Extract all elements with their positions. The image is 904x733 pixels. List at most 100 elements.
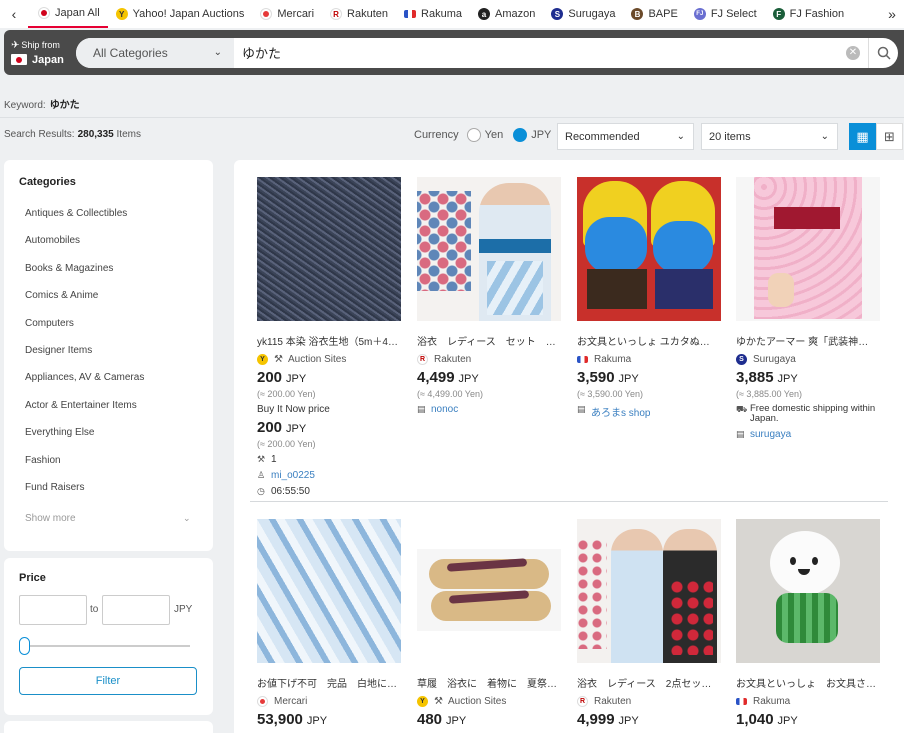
product-image[interactable]	[577, 177, 721, 321]
shop-link[interactable]: nonoc	[431, 404, 458, 415]
price-value: 4,499	[417, 369, 455, 386]
tab-label: FJ Fashion	[789, 8, 845, 20]
currency-jpy-radio[interactable]	[513, 128, 528, 142]
price-min-input[interactable]	[19, 595, 87, 625]
product-card[interactable]: 浴衣 レディース セット … R Rakuten 4,499 JPY (≈ 4,4…	[417, 177, 562, 415]
sort-select[interactable]: Recommended ⌄	[557, 123, 694, 150]
yahoo-auctions-icon: Y	[417, 696, 428, 707]
product-title[interactable]: ゆかたアーマー 爽「武装神姫」	[736, 333, 878, 348]
category-list: Antiques & Collectibles Automobiles Book…	[4, 188, 213, 509]
tab-label: FJ Select	[710, 8, 757, 20]
category-select-value: All Categories	[93, 45, 168, 60]
price-slider-handle[interactable]	[19, 637, 30, 655]
product-price: 3,885 JPY	[736, 369, 881, 386]
product-card[interactable]: yk115 本染 浴衣生地（5m＋4… Y ⚒ Auction Sites 20…	[257, 177, 402, 497]
tabs-next-arrow-icon[interactable]: »	[880, 6, 904, 22]
product-title[interactable]: 浴衣 レディース 2点セット…	[577, 675, 719, 690]
shop-link[interactable]: あろまs shop	[591, 404, 650, 419]
ship-from-selector[interactable]: ✈ Ship from Japan	[4, 40, 76, 66]
category-select[interactable]: All Categories ⌄	[76, 37, 234, 68]
product-image[interactable]	[577, 519, 721, 663]
category-item[interactable]: Everything Else	[25, 427, 213, 454]
tab-fj-select[interactable]: FJ FJ Select	[686, 0, 765, 28]
product-source: Y ⚒ Auction Sites	[417, 696, 562, 707]
tabs-prev-arrow-icon[interactable]: ‹	[0, 6, 28, 22]
shop-icon: ▤	[577, 404, 586, 414]
product-price: 1,040 JPY	[736, 711, 881, 728]
product-price: 480 JPY	[417, 711, 562, 728]
categories-title: Categories	[19, 176, 76, 188]
product-card[interactable]: 浴衣 レディース 2点セット… R Rakuten 4,999 JPY	[577, 519, 722, 728]
price-slider-track[interactable]	[22, 645, 190, 647]
tab-rakuma[interactable]: Rakuma	[396, 0, 470, 28]
product-image[interactable]	[417, 519, 561, 663]
category-item[interactable]: Comics & Anime	[25, 290, 213, 317]
product-card[interactable]: 草履 浴衣に 着物に 夏祭… Y ⚒ Auction Sites 480 JPY	[417, 519, 562, 728]
product-title[interactable]: お値下げ不可 完品 白地に…	[257, 675, 399, 690]
product-image[interactable]	[257, 177, 401, 321]
keyword-line: Keyword: ゆかた	[4, 96, 80, 111]
tab-label: Rakuma	[421, 8, 462, 20]
grid-small-view-button[interactable]: ⊞	[876, 123, 903, 150]
price-currency: JPY	[618, 715, 639, 727]
time-left: ◷ 06:55:50	[257, 486, 402, 497]
product-image[interactable]	[257, 519, 401, 663]
source-label: Surugaya	[753, 354, 796, 365]
filter-button[interactable]: Filter	[19, 667, 197, 695]
bids-value: 1	[271, 454, 277, 465]
currency-yen-radio[interactable]	[466, 128, 481, 142]
product-card[interactable]: お文具といっしょ お文具さ… Rakuma 1,040 JPY	[736, 519, 881, 728]
clear-icon[interactable]: ✕	[846, 45, 860, 60]
price-currency: JPY	[618, 373, 639, 385]
product-title[interactable]: お文具といっしょ ユカタぬい…	[577, 333, 719, 348]
category-item[interactable]: Actor & Entertainer Items	[25, 400, 213, 427]
product-title[interactable]: お文具といっしょ お文具さ…	[736, 675, 878, 690]
fj-fashion-icon: F	[772, 8, 785, 20]
tab-surugaya[interactable]: S Surugaya	[543, 0, 623, 28]
tab-amazon[interactable]: a Amazon	[470, 0, 543, 28]
product-card[interactable]: ゆかたアーマー 爽「武装神姫」 S Surugaya 3,885 JPY (≈ 3…	[736, 177, 881, 440]
price-max-input[interactable]	[102, 595, 170, 625]
tab-fj-fashion[interactable]: F FJ Fashion	[765, 0, 852, 28]
product-price: 4,999 JPY	[577, 711, 722, 728]
shop-link[interactable]: surugaya	[750, 429, 791, 440]
search-button[interactable]	[868, 37, 898, 68]
category-item[interactable]: Fashion	[25, 455, 213, 482]
grid-large-icon: ▦	[856, 128, 869, 144]
tab-bape[interactable]: B BAPE	[623, 0, 685, 28]
product-card[interactable]: お文具といっしょ ユカタぬい… Rakuma 3,590 JPY (≈ 3,590…	[577, 177, 722, 419]
rakuma-icon	[577, 356, 588, 363]
category-item[interactable]: Automobiles	[25, 235, 213, 262]
product-image[interactable]	[736, 519, 880, 663]
search-bar: ✈ Ship from Japan All Categories ⌄ ゆかた ✕	[4, 30, 904, 75]
show-more-link[interactable]: Show more	[25, 513, 76, 524]
category-item[interactable]: Antiques & Collectibles	[25, 208, 213, 235]
tab-rakuten[interactable]: R Rakuten	[322, 0, 396, 28]
tab-label: Japan All	[55, 7, 100, 19]
product-card[interactable]: お値下げ不可 完品 白地に… Mercari 53,900 JPY	[257, 519, 402, 728]
chevron-down-icon: ⌄	[213, 47, 222, 58]
product-title[interactable]: 浴衣 レディース セット …	[417, 333, 559, 348]
tab-japan-all[interactable]: Japan All	[28, 0, 108, 28]
product-image[interactable]	[417, 177, 561, 321]
tab-mercari[interactable]: Mercari	[252, 0, 322, 28]
keyword-label: Keyword:	[4, 100, 46, 111]
price-value: 3,885	[736, 369, 774, 386]
per-page-select[interactable]: 20 items ⌄	[701, 123, 838, 150]
category-item[interactable]: Books & Magazines	[25, 263, 213, 290]
product-title[interactable]: yk115 本染 浴衣生地（5m＋4…	[257, 333, 399, 348]
source-label: Rakuma	[594, 354, 632, 365]
tab-yahoo-auctions[interactable]: Y Yahoo! Japan Auctions	[108, 0, 253, 28]
category-item[interactable]: Fund Raisers	[25, 482, 213, 509]
category-item[interactable]: Designer Items	[25, 345, 213, 372]
surugaya-icon: S	[551, 8, 564, 20]
grid-large-view-button[interactable]: ▦	[849, 123, 876, 150]
product-image[interactable]	[736, 177, 880, 321]
seller-link[interactable]: mi_o0225	[271, 470, 315, 481]
rakuma-icon	[736, 698, 747, 705]
sort-select-value: Recommended	[565, 130, 640, 143]
category-item[interactable]: Appliances, AV & Cameras	[25, 372, 213, 399]
product-title[interactable]: 草履 浴衣に 着物に 夏祭…	[417, 675, 559, 690]
search-input[interactable]: ゆかた	[234, 43, 846, 62]
category-item[interactable]: Computers	[25, 318, 213, 345]
